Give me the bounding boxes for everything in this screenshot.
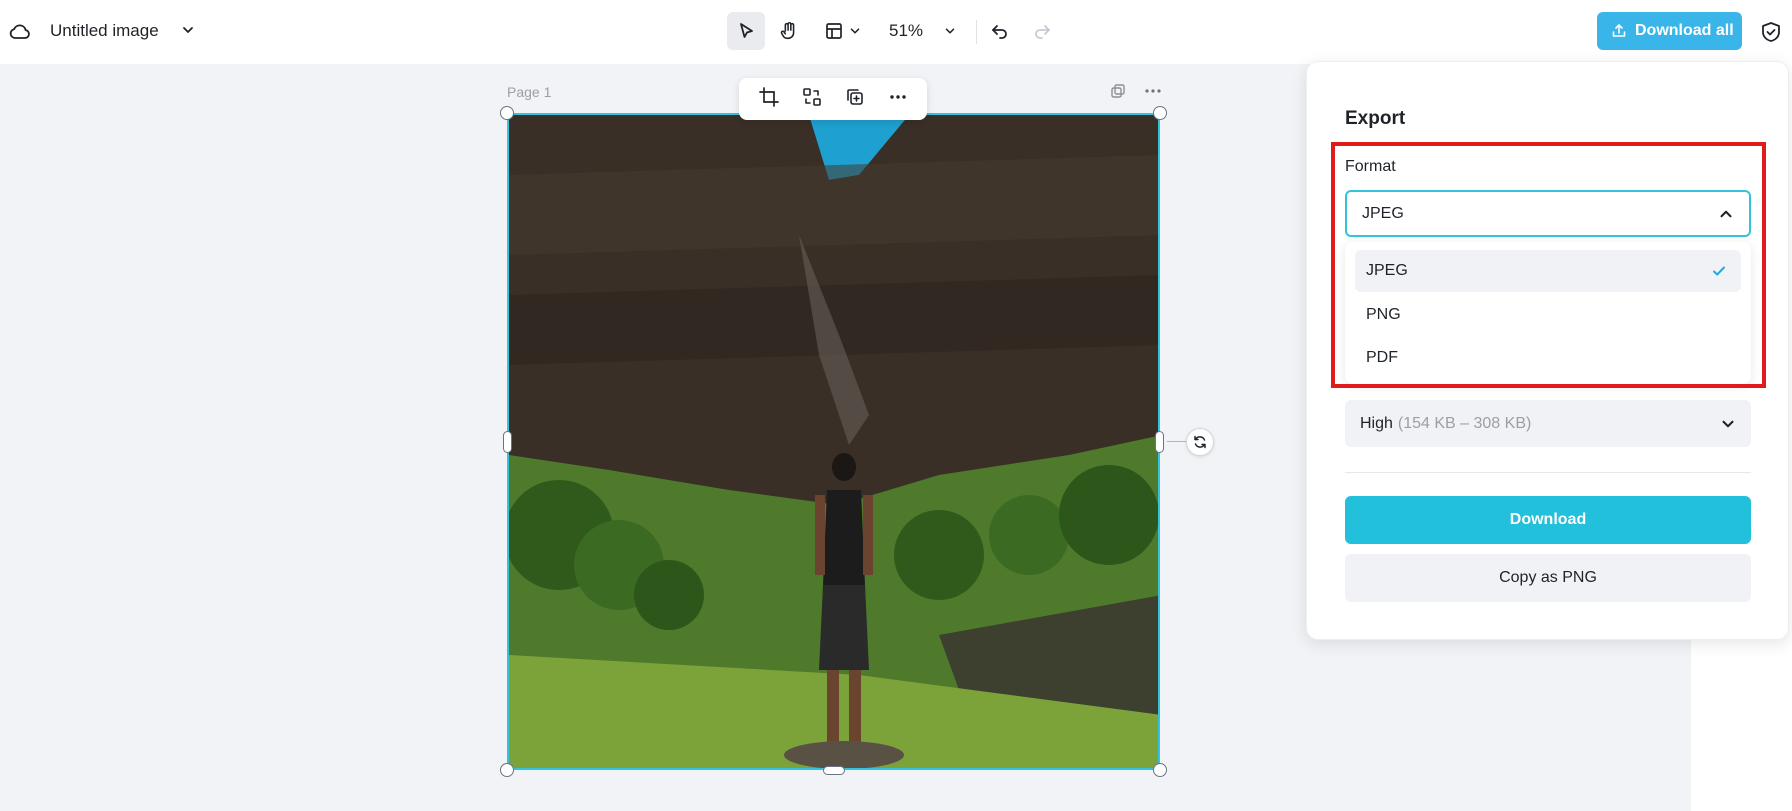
chevron-down-icon — [1722, 420, 1734, 428]
duplicate-page-icon[interactable] — [1109, 82, 1127, 100]
page-more-icon[interactable] — [1143, 82, 1163, 100]
quality-value: High — [1360, 414, 1393, 432]
more-options-icon[interactable] — [888, 87, 908, 112]
chevron-down-icon[interactable] — [180, 22, 196, 38]
hand-icon — [780, 22, 795, 40]
rotate-connector — [1167, 441, 1187, 442]
redo-button[interactable] — [1027, 12, 1057, 50]
rotate-handle[interactable] — [1186, 428, 1214, 456]
resize-handle-bottom-left[interactable] — [500, 763, 514, 777]
rotate-icon — [1194, 435, 1206, 449]
export-panel: Export Format JPEG JPEG PNG PDF High (15… — [1306, 61, 1789, 640]
canvas-photo[interactable] — [507, 113, 1160, 770]
copy-as-png-button[interactable]: Copy as PNG — [1345, 554, 1751, 602]
document-title[interactable]: Untitled image — [50, 21, 159, 41]
zoom-level[interactable]: 51% — [889, 21, 923, 41]
chevron-down-icon — [945, 28, 955, 34]
zoom-dropdown-button[interactable] — [938, 12, 962, 50]
resize-handle-top-right[interactable] — [1153, 106, 1167, 120]
upload-icon — [1612, 24, 1626, 37]
highlight-annotation-box — [1331, 142, 1766, 388]
image-floating-toolbar — [739, 78, 927, 120]
cloud-icon[interactable] — [8, 20, 32, 44]
resize-handle-left[interactable] — [503, 431, 512, 453]
resize-handle-bottom[interactable] — [823, 766, 845, 775]
download-button[interactable]: Download — [1345, 496, 1751, 544]
duplicate-icon[interactable] — [845, 87, 865, 112]
select-tool-button[interactable] — [727, 12, 765, 50]
resize-handle-top-left[interactable] — [500, 106, 514, 120]
top-bar: Untitled image 51% Download all — [0, 0, 1792, 64]
undo-button[interactable] — [985, 12, 1015, 50]
toolbar-divider — [976, 20, 977, 44]
resize-handle-right[interactable] — [1155, 431, 1164, 453]
landscape-illustration — [509, 115, 1158, 768]
export-panel-title: Export — [1345, 108, 1406, 129]
undo-icon — [992, 25, 1007, 39]
quality-select[interactable]: High (154 KB – 308 KB) — [1345, 400, 1751, 447]
chevron-down-icon — [850, 28, 860, 34]
replace-image-icon[interactable] — [802, 87, 822, 112]
layout-icon — [826, 23, 842, 39]
page-label: Page 1 — [507, 84, 552, 100]
crop-icon[interactable] — [758, 86, 779, 112]
pointer-icon — [740, 23, 753, 38]
download-all-button[interactable]: Download all — [1597, 12, 1742, 50]
download-all-label: Download all — [1635, 22, 1734, 39]
redo-icon — [1035, 25, 1050, 39]
panel-divider — [1345, 472, 1751, 473]
resize-handle-bottom-right[interactable] — [1153, 763, 1167, 777]
layout-menu-button[interactable] — [818, 12, 868, 50]
shield-check-icon[interactable] — [1759, 20, 1783, 44]
quality-size-range: (154 KB – 308 KB) — [1397, 414, 1532, 432]
hand-tool-button[interactable] — [770, 12, 808, 50]
